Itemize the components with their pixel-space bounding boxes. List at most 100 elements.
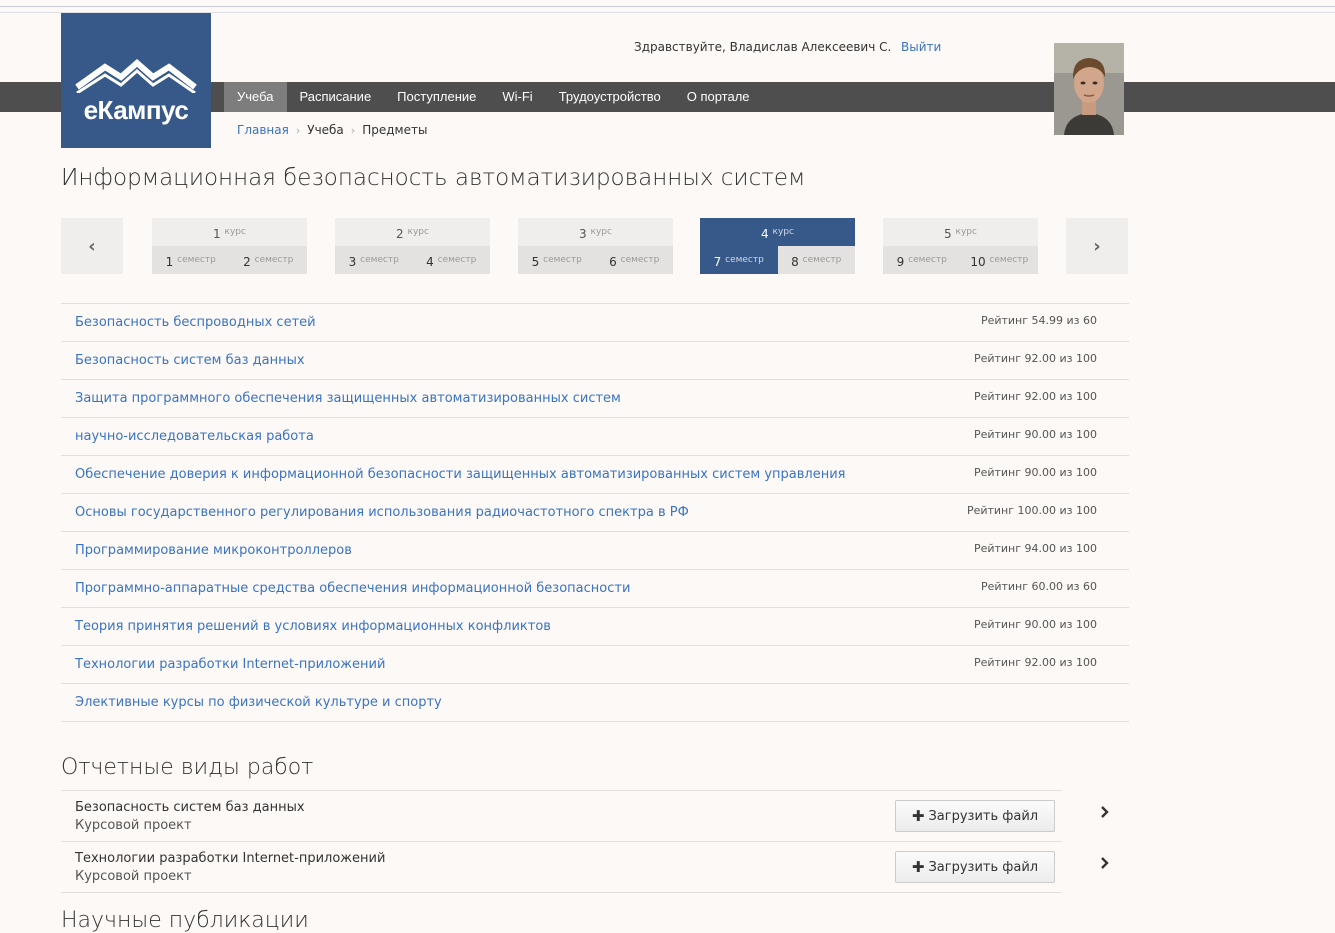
- course-3: 3 курс 5 семестр 6 семестр: [518, 218, 673, 274]
- upload-file-label: Загрузить файл: [928, 808, 1039, 824]
- subject-link[interactable]: Программно-аппаратные средства обеспечен…: [75, 581, 630, 596]
- semester-number: 8: [791, 255, 799, 269]
- nav-item[interactable]: Трудоустройство: [546, 82, 674, 112]
- breadcrumb-current: Предметы: [362, 123, 428, 137]
- prev-course-button[interactable]: ‹: [61, 218, 123, 274]
- semester-word: семестр: [437, 255, 477, 265]
- plus-icon: ✚: [911, 807, 925, 825]
- next-course-button[interactable]: ›: [1066, 218, 1128, 274]
- semester-number: 1: [165, 255, 174, 269]
- course-header[interactable]: 4 курс: [700, 218, 855, 246]
- semester-tab[interactable]: 2 семестр: [230, 246, 308, 274]
- subject-link[interactable]: Основы государственного регулирования ис…: [75, 505, 689, 520]
- nav-item[interactable]: Wi-Fi: [489, 82, 545, 112]
- course-word: курс: [955, 227, 977, 237]
- semester-tab[interactable]: 1 семестр: [152, 246, 230, 274]
- subject-row: Обеспечение доверия к информационной без…: [61, 456, 1129, 494]
- subject-row: Безопасность беспроводных сетей Рейтинг 5…: [61, 304, 1129, 342]
- semester-tab[interactable]: 10 семестр: [961, 246, 1039, 274]
- subject-link[interactable]: Безопасность беспроводных сетей: [75, 315, 316, 330]
- browser-top-line: [0, 6, 1335, 7]
- semester-number: 9: [896, 255, 905, 269]
- course-header[interactable]: 3 курс: [518, 218, 673, 246]
- semester-number: 2: [243, 255, 251, 269]
- subject-row: Программно-аппаратные средства обеспечен…: [61, 570, 1129, 608]
- course-2: 2 курс 3 семестр 4 семестр: [335, 218, 490, 274]
- course-header[interactable]: 2 курс: [335, 218, 490, 246]
- semester-tab[interactable]: 6 семестр: [596, 246, 674, 274]
- chevron-left-icon: ‹: [88, 235, 96, 257]
- semester-number: 6: [609, 255, 617, 269]
- course-header[interactable]: 1 курс: [152, 218, 307, 246]
- subjects-list: Безопасность беспроводных сетей Рейтинг 5…: [61, 303, 1129, 722]
- subject-link[interactable]: Теория принятия решений в условиях инфор…: [75, 619, 551, 634]
- course-1: 1 курс 1 семестр 2 семестр: [152, 218, 307, 274]
- semester-tab[interactable]: 5 семестр: [518, 246, 596, 274]
- subject-link[interactable]: научно-исследовательская работа: [75, 429, 314, 444]
- report-row: Технологии разработки Internet-приложени…: [61, 842, 1062, 893]
- mountains-logo-icon: [75, 59, 197, 93]
- course-word: курс: [590, 227, 612, 237]
- semester-tab[interactable]: 3 семестр: [335, 246, 413, 274]
- subject-rating: Рейтинг 92.00 из 100: [973, 656, 1097, 669]
- course-word: курс: [772, 227, 794, 237]
- subject-rating: Рейтинг 92.00 из 100: [973, 390, 1097, 403]
- breadcrumb-separator: ›: [295, 123, 301, 137]
- breadcrumb-separator: ›: [350, 123, 356, 137]
- nav-item[interactable]: Поступление: [384, 82, 489, 112]
- logout-link[interactable]: Выйти: [901, 40, 941, 54]
- subject-row: Теория принятия решений в условиях инфор…: [61, 608, 1129, 646]
- course-header[interactable]: 5 курс: [883, 218, 1038, 246]
- subject-link[interactable]: Программирование микроконтроллеров: [75, 543, 352, 558]
- nav-item[interactable]: Учеба: [224, 82, 287, 112]
- subject-link[interactable]: Элективные курсы по физической культуре …: [75, 695, 442, 710]
- subject-link[interactable]: Обеспечение доверия к информационной без…: [75, 467, 846, 482]
- course-number: 5: [944, 227, 952, 241]
- subject-row: Элективные курсы по физической культуре …: [61, 684, 1129, 722]
- upload-file-label: Загрузить файл: [928, 859, 1039, 875]
- subject-row: Защита программного обеспечения защищенн…: [61, 380, 1129, 418]
- chevron-right-icon: ›: [1093, 235, 1101, 257]
- semester-word: семестр: [908, 255, 947, 265]
- semester-tab[interactable]: 8 семестр: [778, 246, 856, 274]
- greeting-text: Здравствуйте, Владислав Алексеевич С.: [634, 40, 892, 54]
- subject-link[interactable]: Технологии разработки Internet-приложени…: [75, 657, 385, 672]
- semester-number: 3: [348, 255, 357, 269]
- subject-link[interactable]: Защита программного обеспечения защищенн…: [75, 391, 621, 406]
- semester-number: 4: [426, 255, 434, 269]
- subject-row: научно-исследовательская работа Рейтинг 9…: [61, 418, 1129, 456]
- upload-file-button[interactable]: ✚ Загрузить файл: [895, 800, 1055, 832]
- logo-text: еКампус: [83, 95, 189, 125]
- subject-rating: Рейтинг 90.00 из 100: [973, 428, 1097, 441]
- subject-rating: Рейтинг 90.00 из 100: [973, 466, 1097, 479]
- subject-rating: Рейтинг 90.00 из 100: [973, 618, 1097, 631]
- breadcrumb-home-link[interactable]: Главная: [237, 123, 289, 137]
- semester-word: семестр: [989, 255, 1029, 265]
- subject-row: Безопасность систем баз данных Рейтинг 92…: [61, 342, 1129, 380]
- chevron-right-icon[interactable]: [1100, 856, 1110, 874]
- report-subject: Технологии разработки Internet-приложени…: [75, 851, 386, 866]
- semester-number: 5: [531, 255, 540, 269]
- course-number: 2: [396, 227, 404, 241]
- nav-item[interactable]: О портале: [674, 82, 763, 112]
- chevron-right-icon[interactable]: [1100, 805, 1110, 823]
- nav-item[interactable]: Расписание: [287, 82, 385, 112]
- subject-row: Основы государственного регулирования ис…: [61, 494, 1129, 532]
- report-type: Курсовой проект: [75, 869, 192, 884]
- plus-icon: ✚: [911, 858, 925, 876]
- avatar[interactable]: [1054, 43, 1124, 135]
- semester-word: семестр: [177, 255, 216, 265]
- subject-row: Технологии разработки Internet-приложени…: [61, 646, 1129, 684]
- reports-title: Отчетные виды работ: [61, 755, 314, 780]
- subject-link[interactable]: Безопасность систем баз данных: [75, 353, 305, 368]
- ekampus-logo[interactable]: еКампус: [61, 13, 211, 148]
- semester-word: семестр: [802, 255, 842, 265]
- semester-word: семестр: [254, 255, 294, 265]
- semester-tab[interactable]: 9 семестр: [883, 246, 961, 274]
- upload-file-button[interactable]: ✚ Загрузить файл: [895, 851, 1055, 883]
- semester-number: 7: [713, 255, 722, 269]
- course-4: 4 курс 7 семестр 8 семестр: [700, 218, 855, 274]
- semester-tab[interactable]: 4 семестр: [413, 246, 491, 274]
- semester-tab[interactable]: 7 семестр: [700, 246, 778, 274]
- subject-rating: Рейтинг 94.00 из 100: [973, 542, 1097, 555]
